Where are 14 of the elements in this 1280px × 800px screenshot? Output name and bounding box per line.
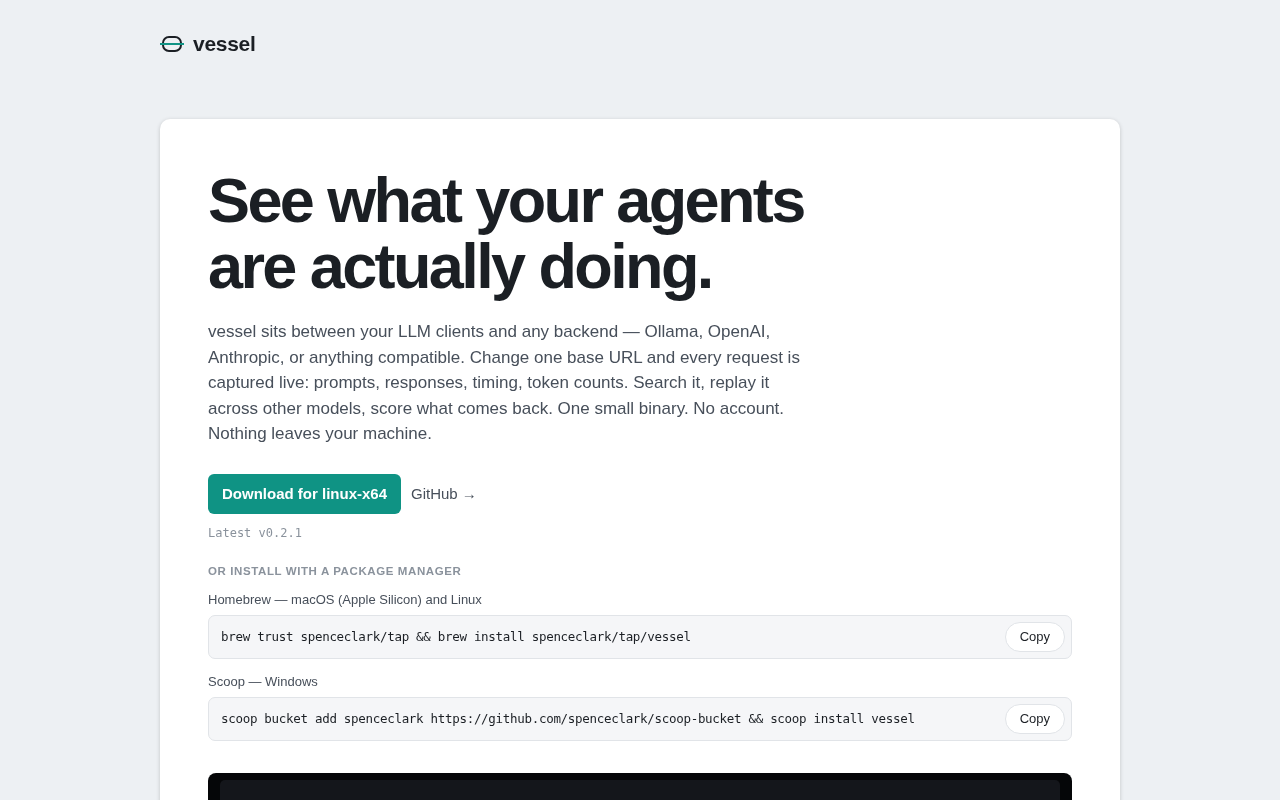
section-heading: OR INSTALL WITH A PACKAGE MANAGER xyxy=(208,564,463,577)
github-link[interactable]: GitHub → xyxy=(411,485,477,502)
copy-button[interactable]: Copy xyxy=(1004,621,1065,652)
headline-line: See what your agents xyxy=(208,167,804,233)
brand-name: vessel xyxy=(193,32,256,56)
command-text: scoop bucket add spenceclark https://github.com/spenceclark/scoop-bucket && scoop install vessel xyxy=(221,711,915,726)
version-text: Latest v0.2.1 xyxy=(208,525,303,540)
install-label: Scoop — Windows xyxy=(208,673,319,689)
logo-icon xyxy=(160,35,184,53)
install-label: Homebrew — macOS (Apple Silicon) and Linux xyxy=(208,591,483,607)
download-button[interactable]: Download for linux-x64 xyxy=(208,473,401,514)
command-text: brew trust spenceclark/tap && brew install spenceclark/tap/vessel xyxy=(221,629,691,644)
copy-button[interactable]: Copy xyxy=(1004,703,1065,734)
description-paragraph: vessel sits between your LLM clients and any backend — Ollama, OpenAI, Anthropic, or anything compatible. Change one base URL and every request is captured live: prompts, responses, timing, token counts. Search it, replay it across other models, score what comes back. One small binary. No account. Nothing leaves your machine. xyxy=(208,321,801,445)
